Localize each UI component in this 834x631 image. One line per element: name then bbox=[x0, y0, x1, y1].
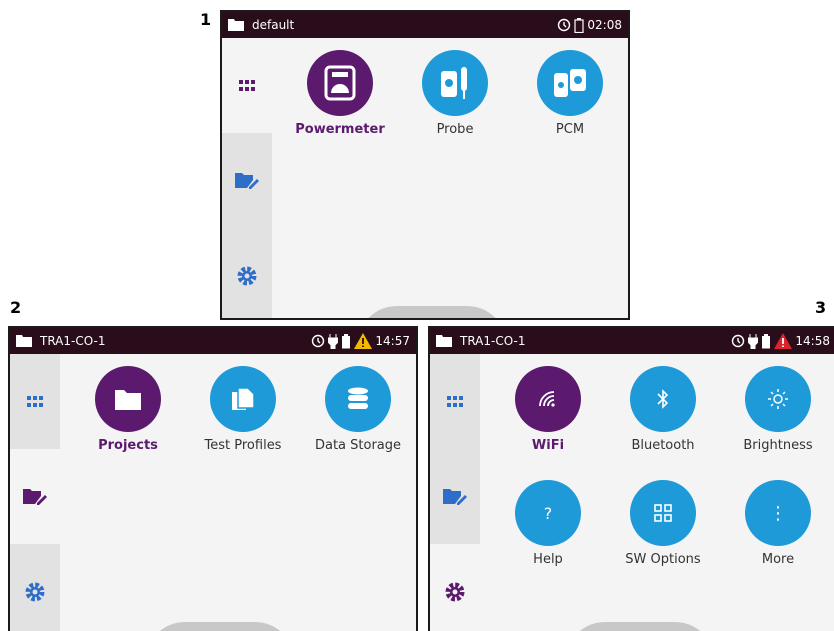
grid-icon bbox=[447, 396, 463, 407]
app-label: WiFi bbox=[531, 438, 565, 453]
tab-settings[interactable] bbox=[430, 544, 480, 631]
brightness-icon bbox=[745, 366, 811, 432]
tab-files[interactable] bbox=[10, 449, 60, 544]
app-label: Brightness bbox=[743, 438, 813, 453]
app-label: Data Storage bbox=[314, 438, 402, 453]
app-label: Help bbox=[533, 552, 563, 567]
app-bluetooth[interactable]: Bluetooth bbox=[613, 366, 713, 453]
battery-icon bbox=[762, 333, 771, 348]
tab-files[interactable] bbox=[222, 133, 272, 228]
app-probe[interactable]: Probe bbox=[405, 50, 505, 137]
timer-icon bbox=[558, 18, 571, 32]
gear-icon bbox=[237, 266, 257, 285]
app-powermeter[interactable]: Powermeter bbox=[290, 50, 390, 137]
app-test-profiles[interactable]: Test Profiles bbox=[193, 366, 293, 453]
tab-files[interactable] bbox=[430, 449, 480, 544]
timer-icon bbox=[732, 334, 745, 348]
app-pcm[interactable]: PCM bbox=[520, 50, 620, 137]
app-label: Probe bbox=[436, 122, 474, 137]
battery-icon bbox=[574, 17, 585, 33]
tab-apps[interactable] bbox=[10, 354, 60, 449]
screen-files: TRA1-CO-1 14:57 Projects Test Profiles D… bbox=[8, 326, 418, 631]
help-icon: ? bbox=[515, 480, 581, 546]
tab-apps[interactable] bbox=[430, 354, 480, 449]
sw-options-icon bbox=[630, 480, 696, 546]
figure-label-1: 1 bbox=[200, 10, 212, 29]
folder-icon bbox=[16, 335, 32, 347]
app-more[interactable]: ⋮ More bbox=[728, 480, 828, 567]
probe-icon bbox=[422, 50, 488, 116]
folder-edit-icon bbox=[443, 488, 467, 505]
gear-icon bbox=[445, 582, 465, 601]
folder-edit-icon bbox=[23, 488, 47, 505]
app-data-storage[interactable]: Data Storage bbox=[308, 366, 408, 453]
scroll-handle[interactable] bbox=[357, 306, 507, 318]
more-glyph: ⋮ bbox=[769, 502, 787, 524]
app-sw-options[interactable]: SW Options bbox=[613, 480, 713, 567]
sidebar bbox=[222, 38, 272, 318]
app-projects[interactable]: Projects bbox=[78, 366, 178, 453]
app-brightness[interactable]: Brightness bbox=[728, 366, 828, 453]
gear-icon bbox=[25, 582, 45, 601]
status-bar: TRA1-CO-1 14:58 bbox=[430, 328, 834, 354]
more-icon: ⋮ bbox=[745, 480, 811, 546]
scroll-handle[interactable] bbox=[565, 622, 715, 631]
plug-icon bbox=[748, 333, 759, 349]
workspace-title: TRA1-CO-1 bbox=[460, 334, 526, 348]
figure-label-3: 3 bbox=[815, 298, 827, 317]
database-icon bbox=[325, 366, 391, 432]
app-label: PCM bbox=[555, 122, 585, 137]
status-bar: default 02:08 bbox=[222, 12, 628, 38]
clock: 14:58 bbox=[795, 334, 830, 348]
bluetooth-icon bbox=[630, 366, 696, 432]
app-grid: Projects Test Profiles Data Storage bbox=[60, 354, 416, 631]
screen-settings: TRA1-CO-1 14:58 WiFi Bluetooth Brightnes… bbox=[428, 326, 834, 631]
app-label: SW Options bbox=[625, 552, 701, 567]
plug-icon bbox=[328, 333, 339, 349]
app-label: Projects bbox=[98, 438, 158, 453]
folder-icon bbox=[228, 19, 244, 31]
grid-icon bbox=[27, 396, 43, 407]
tab-apps[interactable] bbox=[222, 38, 272, 133]
clock: 02:08 bbox=[587, 18, 622, 32]
battery-icon bbox=[342, 333, 351, 348]
app-grid: WiFi Bluetooth Brightness ? Help SW Opti… bbox=[480, 354, 834, 631]
app-label: Powermeter bbox=[295, 122, 385, 137]
folder-icon bbox=[95, 366, 161, 432]
app-wifi[interactable]: WiFi bbox=[498, 366, 598, 453]
scroll-handle[interactable] bbox=[145, 622, 295, 631]
workspace-title: TRA1-CO-1 bbox=[40, 334, 106, 348]
wifi-icon bbox=[515, 366, 581, 432]
folder-edit-icon bbox=[235, 172, 259, 189]
status-bar: TRA1-CO-1 14:57 bbox=[10, 328, 416, 354]
screen-home: default 02:08 Powermeter Probe PCM bbox=[220, 10, 630, 320]
workspace-title: default bbox=[252, 18, 295, 32]
sidebar bbox=[430, 354, 480, 631]
help-glyph: ? bbox=[543, 503, 553, 523]
figure-label-2: 2 bbox=[10, 298, 22, 317]
app-label: More bbox=[761, 552, 795, 567]
app-label: Test Profiles bbox=[204, 438, 282, 453]
pcm-icon bbox=[537, 50, 603, 116]
clock: 14:57 bbox=[375, 334, 410, 348]
timer-icon bbox=[312, 334, 325, 348]
tab-settings[interactable] bbox=[222, 228, 272, 318]
test-profiles-icon bbox=[210, 366, 276, 432]
sidebar bbox=[10, 354, 60, 631]
folder-icon bbox=[436, 335, 452, 347]
app-help[interactable]: ? Help bbox=[498, 480, 598, 567]
grid-icon bbox=[239, 80, 255, 91]
tab-settings[interactable] bbox=[10, 544, 60, 631]
powermeter-icon bbox=[307, 50, 373, 116]
warning-icon bbox=[354, 333, 373, 349]
app-label: Bluetooth bbox=[631, 438, 695, 453]
app-grid: Powermeter Probe PCM bbox=[272, 38, 628, 318]
alert-icon bbox=[774, 333, 793, 349]
